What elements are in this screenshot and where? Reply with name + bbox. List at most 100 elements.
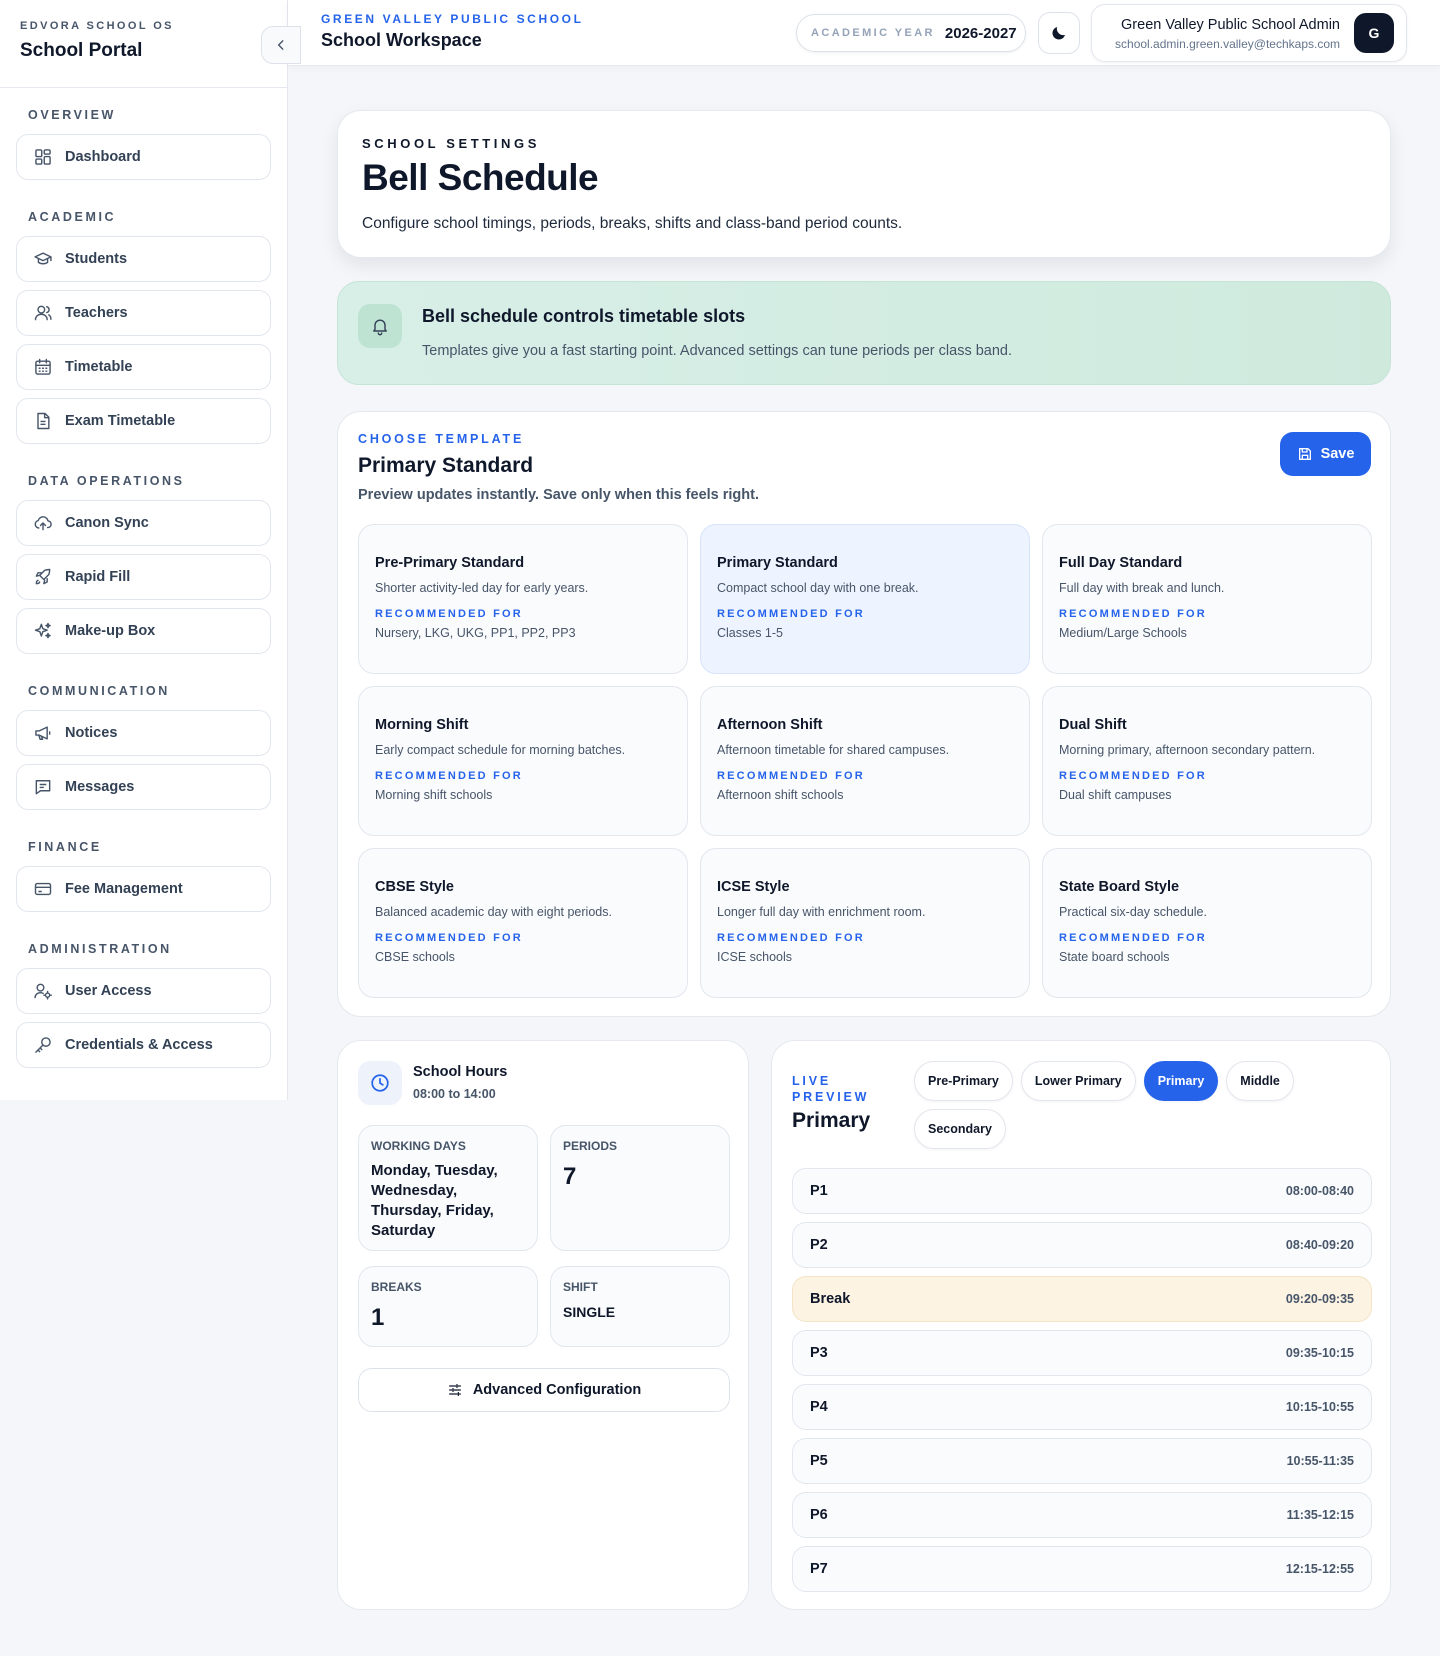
recommended-for-label: RECOMMENDED FOR <box>375 608 523 620</box>
calendar-icon <box>35 358 51 375</box>
sidebar-item-label: User Access <box>65 983 152 999</box>
bell-icon <box>373 319 387 336</box>
template-name: ICSE Style <box>717 879 790 895</box>
sidebar-item-students[interactable]: Students <box>16 236 271 282</box>
period-row: P2 08:40-09:20 <box>792 1222 1372 1268</box>
template-option[interactable]: Pre-Primary Standard Shorter activity-led… <box>358 524 688 674</box>
brand-title: School Portal <box>20 40 143 61</box>
page-title: Bell Schedule <box>362 157 599 198</box>
sidebar-item-fee-management[interactable]: Fee Management <box>16 866 271 912</box>
template-option[interactable]: Afternoon Shift Afternoon timetable for s… <box>700 686 1030 836</box>
moon-icon <box>1052 27 1065 40</box>
hours-icon-box <box>358 1061 402 1105</box>
breaks-value: 1 <box>371 1304 385 1331</box>
chevron-left-icon <box>277 40 284 50</box>
workspace-title: School Workspace <box>321 30 482 50</box>
card-icon <box>34 882 52 896</box>
advanced-configuration-button[interactable]: Advanced Configuration <box>358 1368 730 1412</box>
recommended-for-value: Afternoon shift schools <box>717 788 844 802</box>
brand: EDVORA SCHOOL OS School Portal <box>0 0 301 88</box>
megaphone-icon <box>35 726 51 740</box>
template-description: Afternoon timetable for shared campuses. <box>717 743 950 757</box>
user-menu[interactable]: Green Valley Public School Admin school.… <box>1091 4 1407 62</box>
period-time: 10:55-11:35 <box>1286 1454 1354 1468</box>
class-band-tab[interactable]: Pre-Primary <box>914 1061 1013 1101</box>
period-row: P1 08:00-08:40 <box>792 1168 1372 1214</box>
working-days-stat: WORKING DAYS Monday, Tuesday, Wednesday,… <box>358 1125 538 1251</box>
sidebar-item-dashboard[interactable]: Dashboard <box>16 134 271 180</box>
class-band-tab[interactable]: Middle <box>1226 1061 1294 1101</box>
banner-title: Bell schedule controls timetable slots <box>422 306 746 326</box>
dashboard-icon <box>35 149 51 165</box>
period-name: P4 <box>810 1399 828 1415</box>
sidebar-item-notices[interactable]: Notices <box>16 710 271 756</box>
user-gear-icon <box>34 983 53 1000</box>
recommended-for-label: RECOMMENDED FOR <box>1059 770 1207 782</box>
template-description: Full day with break and lunch. <box>1059 581 1225 595</box>
sidebar: EDVORA SCHOOL OS School Portal OVERVIEW … <box>0 0 301 1100</box>
message-icon <box>35 780 51 795</box>
period-time: 08:00-08:40 <box>1285 1184 1354 1198</box>
banner-subtitle: Templates give you a fast starting point… <box>422 343 1013 359</box>
template-option[interactable]: State Board Style Practical six-day sched… <box>1042 848 1372 998</box>
save-label: Save <box>1320 446 1355 462</box>
period-time: 10:15-10:55 <box>1285 1400 1354 1414</box>
nav-section-academic: ACADEMIC <box>28 210 117 224</box>
period-time: 11:35-12:15 <box>1286 1508 1354 1522</box>
sidebar-item-credentials-access[interactable]: Credentials & Access <box>16 1022 271 1068</box>
template-option[interactable]: Full Day Standard Full day with break and… <box>1042 524 1372 674</box>
class-band-tab[interactable]: Primary <box>1143 1061 1219 1101</box>
theme-toggle-button[interactable] <box>1038 12 1080 54</box>
template-name: Morning Shift <box>375 717 469 733</box>
period-name: P7 <box>810 1561 828 1577</box>
sidebar-item-exam-timetable[interactable]: Exam Timetable <box>16 398 271 444</box>
sidebar-item-rapid-fill[interactable]: Rapid Fill <box>16 554 271 600</box>
graduation-cap-icon <box>34 252 52 265</box>
class-band-tab[interactable]: Secondary <box>914 1109 1006 1149</box>
template-name: Dual Shift <box>1059 717 1127 733</box>
recommended-for-value: CBSE schools <box>375 950 455 964</box>
sidebar-item-make-up-box[interactable]: Make-up Box <box>16 608 271 654</box>
period-row: P7 12:15-12:55 <box>792 1546 1372 1592</box>
save-icon <box>1298 448 1311 460</box>
template-option[interactable]: ICSE Style Longer full day with enrichmen… <box>700 848 1030 998</box>
recommended-for-label: RECOMMENDED FOR <box>717 770 865 782</box>
save-button[interactable]: Save <box>1280 432 1371 476</box>
period-row: P5 10:55-11:35 <box>792 1438 1372 1484</box>
sidebar-item-label: Make-up Box <box>65 623 156 639</box>
period-name: P5 <box>810 1453 828 1469</box>
key-icon <box>35 1037 51 1053</box>
template-description: Early compact schedule for morning batch… <box>375 743 626 757</box>
sidebar-item-label: Messages <box>65 779 135 795</box>
collapse-sidebar-button[interactable] <box>261 26 301 64</box>
period-row: P4 10:15-10:55 <box>792 1384 1372 1430</box>
template-option[interactable]: Morning Shift Early compact schedule for … <box>358 686 688 836</box>
template-option[interactable]: CBSE Style Balanced academic day with eig… <box>358 848 688 998</box>
sparkles-icon <box>34 622 51 639</box>
template-description: Balanced academic day with eight periods… <box>375 905 612 919</box>
period-time: 09:35-10:15 <box>1285 1346 1354 1360</box>
periods-label: PERIODS <box>563 1139 618 1153</box>
template-name: Primary Standard <box>717 555 838 571</box>
recommended-for-value: Morning shift schools <box>375 788 493 802</box>
school-hours-title: School Hours <box>413 1064 508 1080</box>
periods-stat: PERIODS 7 <box>550 1125 730 1251</box>
nav-section-overview: OVERVIEW <box>28 108 116 122</box>
document-icon <box>37 412 50 430</box>
sidebar-item-teachers[interactable]: Teachers <box>16 290 271 336</box>
class-band-tabs: Pre-Primary Lower Primary Primary Middle Sec… <box>914 1061 1334 1149</box>
sidebar-item-timetable[interactable]: Timetable <box>16 344 271 390</box>
info-banner: Bell schedule controls timetable slots T… <box>337 281 1391 385</box>
school-hours-card: School Hours 08:00 to 14:00 WORKING DAYS… <box>337 1040 749 1610</box>
live-preview-kicker: LIVE PREVIEW <box>792 1074 870 1104</box>
template-option[interactable]: Dual Shift Morning primary, afternoon sec… <box>1042 686 1372 836</box>
sidebar-item-messages[interactable]: Messages <box>16 764 271 810</box>
template-option[interactable]: Primary Standard Compact school day with … <box>700 524 1030 674</box>
class-band-tab[interactable]: Lower Primary <box>1020 1061 1136 1101</box>
academic-year-selector[interactable]: ACADEMIC YEAR 2026-2027 <box>796 14 1026 52</box>
sidebar-item-label: Notices <box>65 725 118 741</box>
sidebar-item-canon-sync[interactable]: Canon Sync <box>16 500 271 546</box>
sidebar-item-user-access[interactable]: User Access <box>16 968 271 1014</box>
recommended-for-label: RECOMMENDED FOR <box>1059 608 1207 620</box>
period-name: P6 <box>810 1507 828 1523</box>
